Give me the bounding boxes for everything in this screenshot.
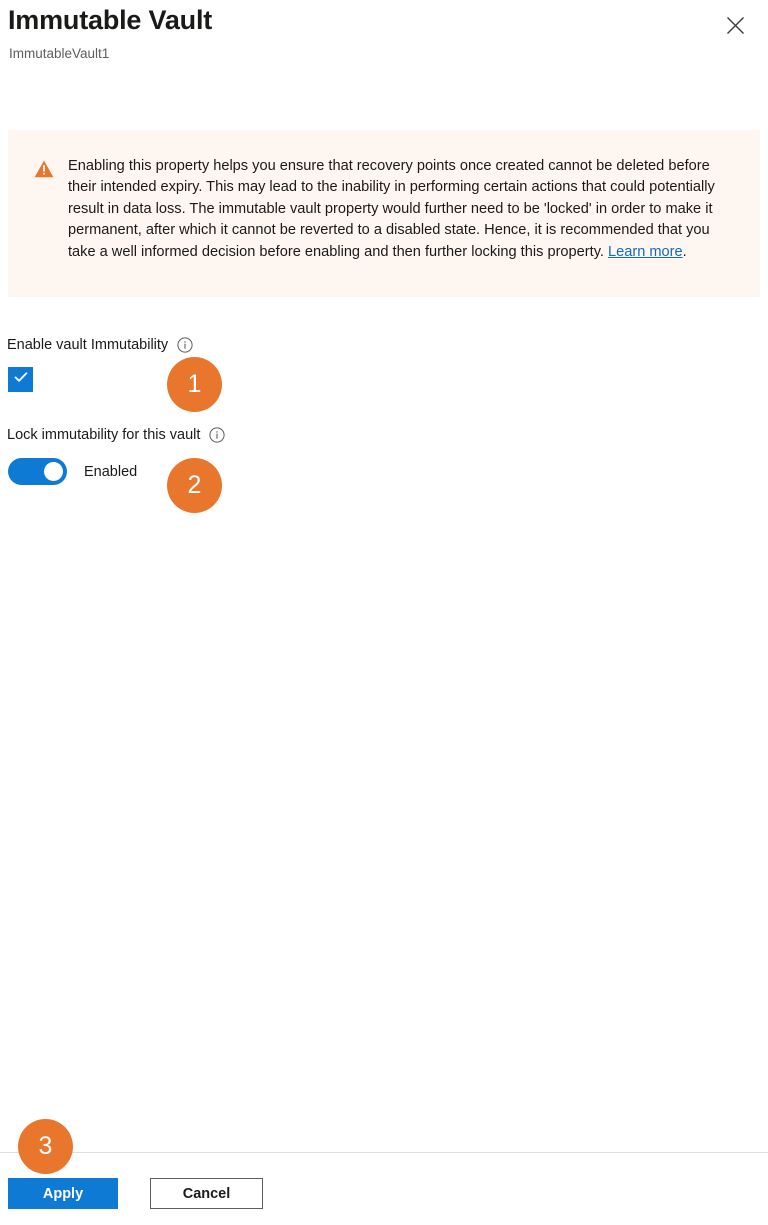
lock-immutability-toggle-row: Enabled bbox=[8, 458, 137, 485]
lock-immutability-label-row: Lock immutability for this vault bbox=[7, 427, 226, 443]
panel-header: Immutable Vault ImmutableVault1 bbox=[0, 0, 768, 110]
learn-more-link[interactable]: Learn more bbox=[608, 244, 683, 260]
apply-button[interactable]: Apply bbox=[8, 1178, 118, 1209]
info-icon[interactable] bbox=[177, 337, 193, 353]
warning-message-tail: . bbox=[682, 243, 687, 260]
callout-badge-2: 2 bbox=[167, 458, 222, 513]
toggle-knob bbox=[44, 462, 63, 481]
lock-immutability-toggle-state: Enabled bbox=[84, 463, 138, 480]
vault-name-subtitle: ImmutableVault1 bbox=[9, 46, 110, 61]
cancel-button[interactable]: Cancel bbox=[150, 1178, 263, 1209]
warning-triangle-icon bbox=[34, 159, 54, 179]
enable-immutability-label-row: Enable vault Immutability bbox=[7, 337, 193, 353]
callout-badge-2-number: 2 bbox=[187, 471, 202, 499]
callout-badge-1: 1 bbox=[167, 357, 222, 412]
enable-immutability-label: Enable vault Immutability bbox=[7, 337, 169, 353]
callout-badge-1-number: 1 bbox=[187, 370, 202, 398]
close-button[interactable] bbox=[720, 10, 750, 40]
enable-immutability-checkbox[interactable] bbox=[8, 367, 33, 392]
warning-banner: Enabling this property helps you ensure … bbox=[8, 130, 760, 297]
callout-badge-3: 3 bbox=[18, 1119, 73, 1174]
callout-badge-3-number: 3 bbox=[38, 1132, 53, 1160]
info-icon[interactable] bbox=[209, 427, 226, 443]
close-icon bbox=[726, 16, 745, 35]
checkmark-icon bbox=[13, 369, 29, 390]
footer-divider bbox=[0, 1152, 768, 1153]
lock-immutability-label: Lock immutability for this vault bbox=[7, 427, 201, 443]
page-title: Immutable Vault bbox=[8, 5, 213, 35]
lock-immutability-toggle[interactable] bbox=[8, 458, 67, 485]
warning-message: Enabling this property helps you ensure … bbox=[68, 156, 738, 263]
